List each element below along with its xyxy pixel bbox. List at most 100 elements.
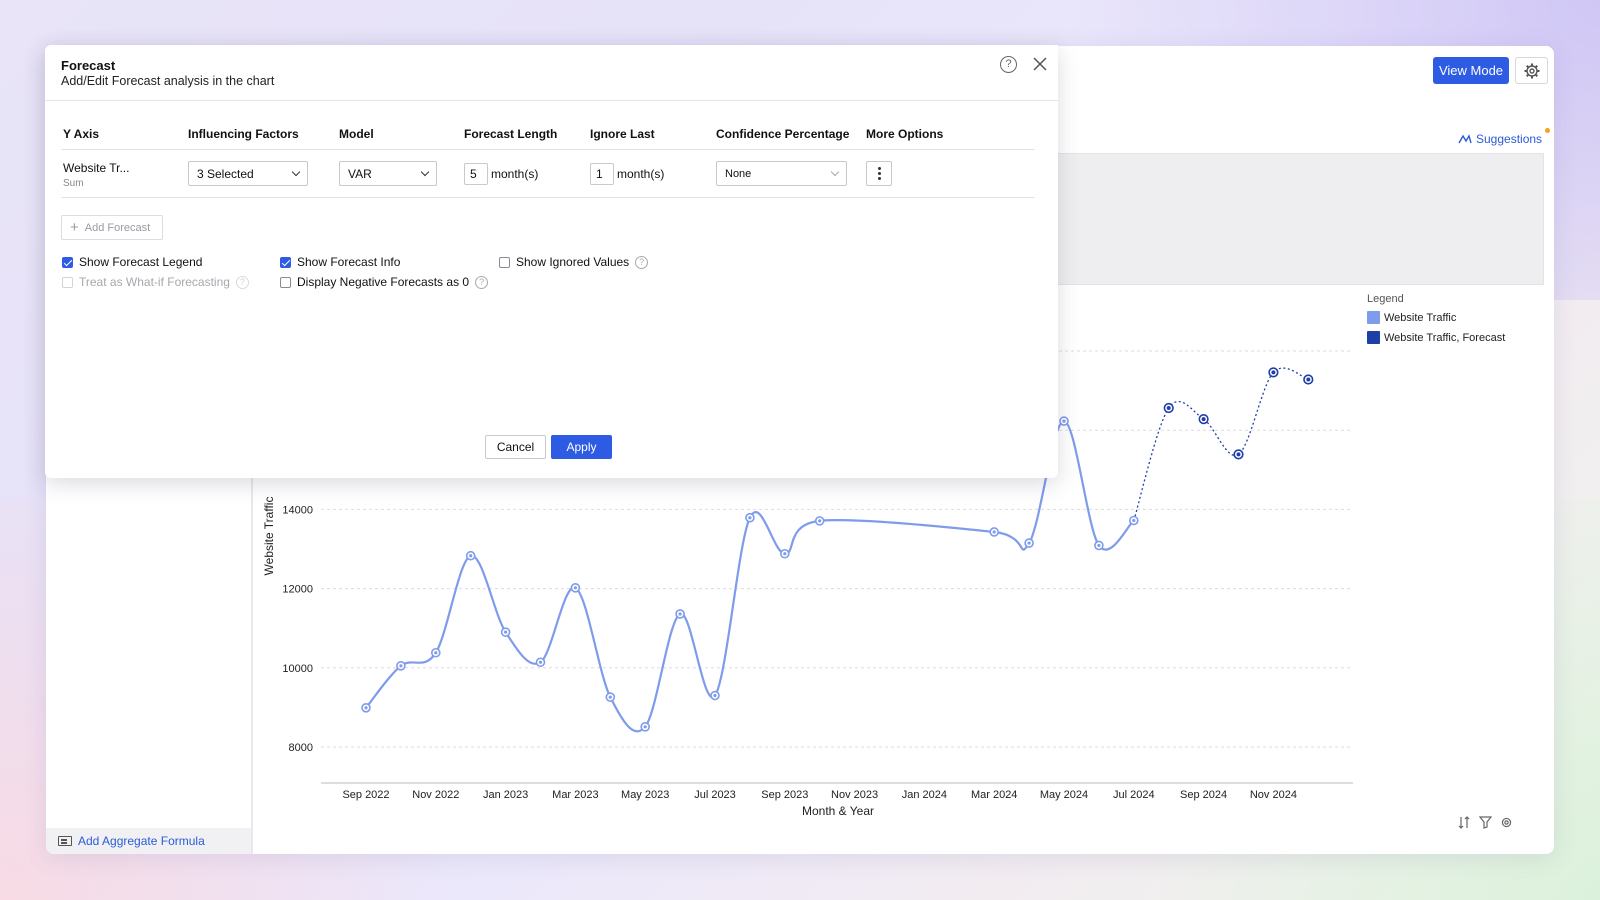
data-point-center: [1097, 543, 1101, 548]
data-point-center: [992, 530, 996, 534]
ignore-last-input[interactable]: 1: [590, 163, 614, 185]
y-axis-aggregate: Sum: [63, 178, 84, 189]
data-point-center: [434, 651, 438, 655]
show-ignored-values-checkbox[interactable]: Show Ignored Values ?: [499, 255, 649, 269]
dialog-header: Forecast Add/Edit Forecast analysis in t…: [45, 45, 1058, 101]
column-model: Model: [339, 127, 374, 141]
x-tick-label: Mar 2024: [971, 789, 1017, 801]
x-tick-label: May 2024: [1040, 789, 1088, 801]
forecast-dialog: Forecast Add/Edit Forecast analysis in t…: [45, 45, 1058, 478]
display-negative-forecasts-checkbox[interactable]: Display Negative Forecasts as 0 ?: [280, 275, 489, 289]
model-select[interactable]: VAR: [339, 161, 437, 186]
gear-icon[interactable]: [1500, 816, 1513, 829]
settings-button[interactable]: [1515, 57, 1548, 84]
y-axis-title: Website Traffic: [262, 497, 276, 576]
notification-dot: [1545, 128, 1551, 133]
column-ignore-last: Ignore Last: [590, 127, 655, 141]
influencing-factors-value: 3 Selected: [197, 166, 254, 181]
divider: [61, 149, 1035, 150]
kebab-dot: [877, 172, 881, 175]
checkbox-label: Display Negative Forecasts as 0: [297, 275, 470, 289]
confidence-percentage-select[interactable]: None: [716, 161, 847, 186]
x-tick-label: Jan 2023: [483, 789, 528, 801]
checkbox-unchecked: [62, 276, 73, 288]
add-aggregate-formula-link[interactable]: Add Aggregate Formula: [46, 828, 251, 854]
y-axis-field-name: Website Tr...: [63, 161, 130, 175]
data-point-center: [608, 695, 612, 699]
help-icon[interactable]: ?: [475, 275, 489, 289]
kebab-dot: [877, 177, 881, 180]
data-point-center: [573, 586, 577, 590]
y-tick-label: 14000: [282, 504, 313, 516]
legend-label: Website Traffic: [1384, 311, 1457, 324]
chart-legend: Legend Website Traffic Website Traffic, …: [1367, 293, 1505, 351]
help-icon[interactable]: ?: [1000, 56, 1017, 73]
checkbox-label: Show Forecast Info: [297, 255, 401, 269]
forecast-length-input[interactable]: 5: [464, 163, 488, 185]
add-forecast-label: Add Forecast: [84, 221, 151, 234]
divider: [61, 197, 1035, 198]
help-icon: ?: [235, 275, 249, 289]
x-tick-label: Mar 2023: [552, 789, 598, 801]
dialog-title: Forecast: [61, 58, 116, 73]
checkbox-checked[interactable]: [280, 256, 291, 268]
data-point-center: [643, 725, 647, 729]
y-tick-label: 12000: [282, 584, 313, 596]
add-aggregate-formula-label: Add Aggregate Formula: [78, 834, 205, 848]
help-icon[interactable]: ?: [635, 255, 649, 269]
legend-title: Legend: [1367, 293, 1404, 305]
influencing-factors-select[interactable]: 3 Selected: [188, 161, 308, 186]
data-point-center: [399, 664, 403, 668]
data-point-center: [469, 554, 473, 558]
confidence-value: None: [725, 167, 752, 180]
data-point-center: [1027, 541, 1031, 545]
suggestions-link[interactable]: Suggestions: [1458, 128, 1551, 146]
add-forecast-button[interactable]: + Add Forecast: [61, 215, 163, 240]
forecast-point-center: [1271, 370, 1276, 375]
column-forecast-length: Forecast Length: [464, 127, 558, 141]
x-tick-label: Sep 2023: [761, 789, 808, 801]
data-point-center: [504, 630, 508, 634]
x-tick-label: Nov 2023: [831, 789, 878, 801]
suggestions-icon: [1458, 133, 1472, 143]
data-point-center: [1062, 419, 1066, 423]
sort-icon[interactable]: [1458, 816, 1471, 829]
legend-item[interactable]: Website Traffic: [1367, 311, 1505, 324]
forecast-point-center: [1236, 452, 1241, 457]
data-point-center: [364, 706, 368, 710]
chart-tools: [1458, 816, 1513, 829]
x-tick-label: Jul 2024: [1113, 789, 1155, 801]
dialog-subtitle: Add/Edit Forecast analysis in the chart: [61, 74, 275, 88]
x-tick-label: Sep 2022: [342, 789, 389, 801]
filter-icon[interactable]: [1479, 816, 1492, 829]
view-mode-button[interactable]: View Mode: [1433, 57, 1509, 84]
kebab-dot: [877, 167, 881, 170]
column-influencing-factors: Influencing Factors: [188, 127, 299, 141]
suggestions-label: Suggestions: [1476, 132, 1543, 146]
checkbox-unchecked[interactable]: [499, 256, 510, 268]
column-y-axis: Y Axis: [63, 127, 100, 141]
close-icon[interactable]: [1031, 55, 1049, 73]
series-line-forecast: [1133, 367, 1309, 521]
formula-icon: [58, 836, 72, 846]
show-forecast-info-checkbox[interactable]: Show Forecast Info: [280, 255, 400, 269]
y-tick-label: 10000: [282, 663, 313, 675]
treat-as-whatif-checkbox: Treat as What-if Forecasting ?: [62, 275, 249, 289]
more-options-button[interactable]: [866, 161, 892, 186]
show-forecast-legend-checkbox[interactable]: Show Forecast Legend: [62, 255, 202, 269]
cancel-button[interactable]: Cancel: [485, 435, 546, 459]
legend-item[interactable]: Website Traffic, Forecast: [1367, 331, 1505, 344]
x-tick-label: Sep 2024: [1180, 789, 1227, 801]
y-tick-label: 8000: [289, 742, 313, 754]
forecast-point-center: [1166, 406, 1171, 411]
checkbox-label: Show Forecast Legend: [79, 255, 203, 269]
forecast-length-unit: month(s): [491, 167, 539, 181]
forecast-point-center: [1306, 377, 1311, 382]
plus-icon: +: [70, 219, 79, 236]
x-tick-label: Nov 2024: [1250, 789, 1297, 801]
checkbox-checked[interactable]: [62, 256, 73, 268]
checkbox-unchecked[interactable]: [280, 276, 291, 288]
checkbox-label: Show Ignored Values: [516, 255, 630, 269]
data-point-center: [1132, 518, 1136, 523]
apply-button[interactable]: Apply: [551, 435, 612, 459]
